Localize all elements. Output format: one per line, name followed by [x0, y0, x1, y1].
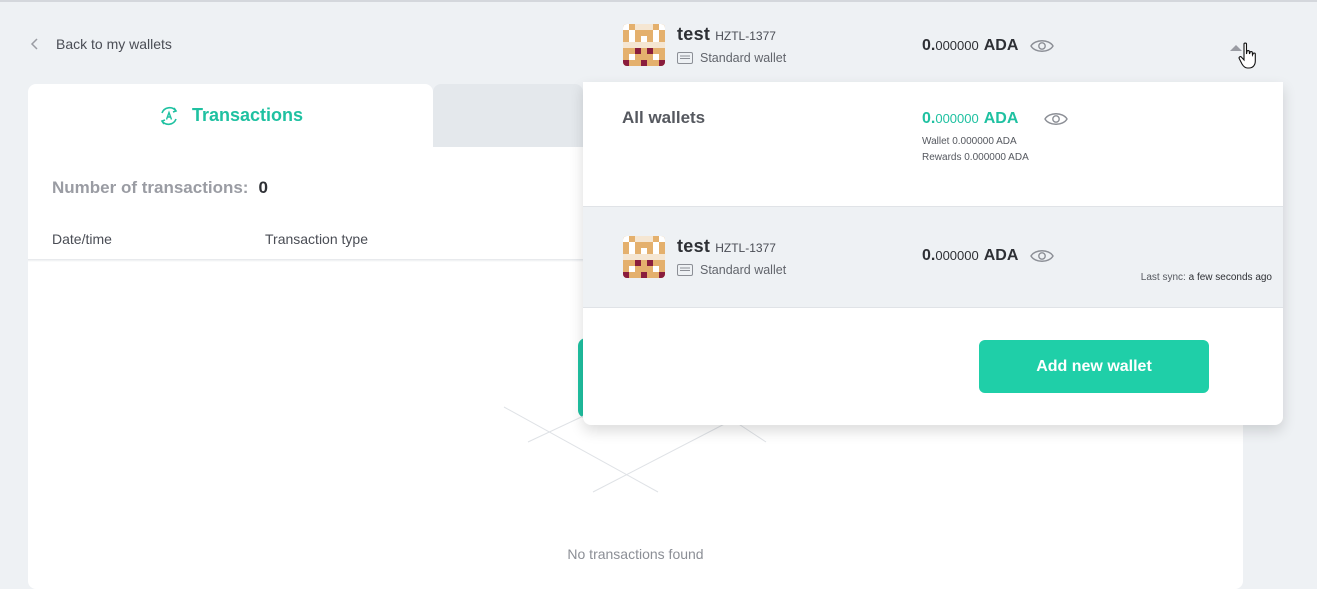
- tab-secondary[interactable]: [433, 84, 583, 147]
- balance-decimal: 000000: [935, 38, 979, 53]
- last-sync-value: a few seconds ago: [1188, 272, 1272, 283]
- all-balance-decimal: 000000: [935, 111, 979, 126]
- all-wallets-wallet-line: Wallet 0.000000 ADA: [922, 136, 1017, 147]
- row-wallet-plate: HZTL-1377: [715, 241, 776, 255]
- wallet-balance: 0. 000000 ADA: [922, 37, 1055, 55]
- selected-wallet-info[interactable]: test HZTL-1377 Standard wallet: [623, 24, 786, 66]
- all-balance-integer: 0.: [922, 110, 936, 127]
- wallet-plate: HZTL-1377: [715, 29, 776, 43]
- wallet-name: test: [677, 24, 711, 44]
- row-balance-currency: ADA: [983, 247, 1019, 264]
- wallet-avatar-icon: [623, 236, 665, 278]
- all-wallets-balance: 0. 000000 ADA: [922, 110, 1069, 128]
- transactions-count-label: Number of transactions:: [52, 178, 249, 197]
- all-wallets-summary[interactable]: All wallets 0. 000000 ADA Wallet 0.000000 …: [583, 82, 1283, 206]
- empty-state-message: No transactions found: [567, 546, 704, 562]
- eye-icon[interactable]: [1030, 248, 1055, 264]
- wallet-type-icon: [677, 264, 693, 276]
- add-new-wallet-button[interactable]: Add new wallet: [979, 340, 1209, 393]
- balance-currency: ADA: [983, 37, 1019, 54]
- top-bar: Back to my wallets test HZTL-1377 Standa…: [0, 2, 1317, 82]
- eye-icon[interactable]: [1044, 111, 1069, 127]
- tab-transactions[interactable]: Transactions: [28, 84, 433, 147]
- row-balance-decimal: 000000: [935, 248, 979, 263]
- cursor-hand-icon: [1238, 42, 1256, 69]
- wallet-avatar-icon: [623, 24, 665, 66]
- transactions-icon: [160, 106, 178, 125]
- balance-integer: 0.: [922, 37, 936, 54]
- wallet-switcher-dropdown: All wallets 0. 000000 ADA Wallet 0.000000 …: [583, 82, 1283, 425]
- wallet-type-label: Standard wallet: [700, 51, 787, 65]
- wallet-type-icon: [677, 52, 693, 64]
- transactions-count-value: 0: [258, 178, 268, 197]
- row-wallet-type-label: Standard wallet: [700, 263, 787, 277]
- row-wallet-name: test: [677, 236, 711, 256]
- back-to-wallets-link[interactable]: Back to my wallets: [28, 36, 172, 52]
- chevron-left-icon: [30, 38, 38, 50]
- row-balance-integer: 0.: [922, 247, 936, 264]
- all-wallets-rewards-line: Rewards 0.000000 ADA: [922, 152, 1029, 163]
- tab-transactions-label: Transactions: [191, 105, 304, 125]
- last-sync-status: Last sync: a few seconds ago: [1141, 272, 1272, 283]
- back-link-label: Back to my wallets: [56, 36, 172, 52]
- row-wallet-balance: 0. 000000 ADA: [922, 247, 1055, 265]
- all-wallets-title: All wallets: [622, 108, 706, 127]
- wallet-list-item[interactable]: test HZTL-1377 Standard wallet 0. 000000 A…: [583, 206, 1283, 308]
- all-balance-currency: ADA: [983, 110, 1019, 127]
- eye-icon[interactable]: [1030, 38, 1055, 54]
- column-header-type[interactable]: Transaction type: [265, 231, 368, 247]
- transactions-count: Number of transactions: 0: [52, 178, 268, 198]
- column-header-datetime[interactable]: Date/time: [52, 231, 112, 247]
- last-sync-label: Last sync:: [1140, 272, 1186, 283]
